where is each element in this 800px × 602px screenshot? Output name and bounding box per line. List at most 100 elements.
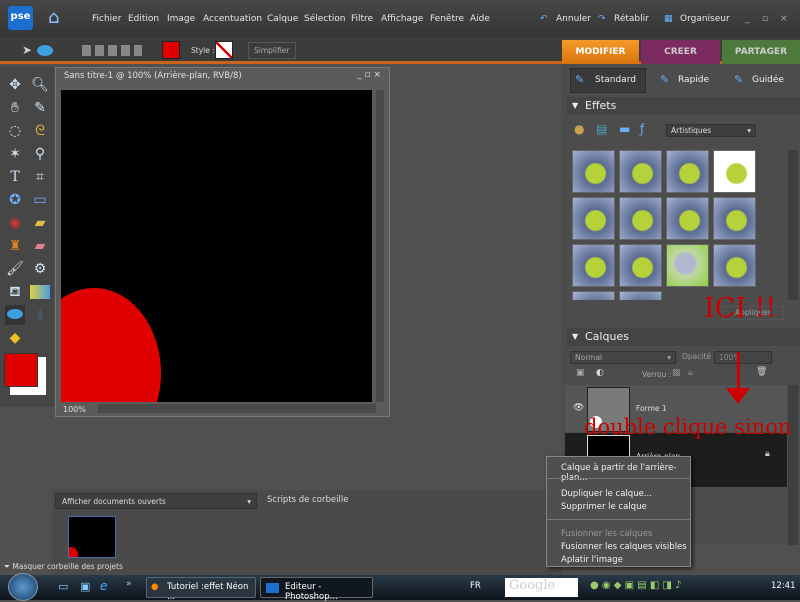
effect-thumbnail[interactable] bbox=[713, 244, 756, 287]
menu-fichier[interactable]: Fichier bbox=[92, 14, 121, 24]
style-picker[interactable] bbox=[215, 41, 233, 59]
filters-icon[interactable]: ● bbox=[574, 122, 584, 136]
foreground-color-swatch[interactable] bbox=[4, 353, 38, 387]
crop-tool-icon[interactable]: ⌗ bbox=[30, 167, 50, 187]
minimize-icon[interactable]: _ bbox=[745, 14, 750, 24]
lock-transparency-icon[interactable]: ▩ bbox=[672, 368, 681, 378]
select-arrow-icon[interactable]: ➤ bbox=[22, 43, 32, 57]
vertical-scrollbar[interactable] bbox=[376, 90, 384, 402]
effect-thumbnail[interactable] bbox=[666, 244, 709, 287]
home-icon[interactable]: ⌂ bbox=[48, 8, 68, 28]
effects-scrollbar[interactable] bbox=[788, 150, 798, 300]
layers-scrollbar[interactable] bbox=[788, 385, 798, 545]
eye-icon[interactable]: 👁︎ bbox=[573, 403, 584, 413]
menu-affichage[interactable]: Affichage bbox=[381, 14, 423, 24]
effect-thumbnail[interactable] bbox=[572, 244, 615, 287]
shape-tool-icon[interactable] bbox=[5, 305, 25, 325]
layer-styles-icon[interactable]: ▤ bbox=[596, 122, 607, 136]
menu-selection[interactable]: Sélection bbox=[304, 14, 345, 24]
clone-stamp-tool-icon[interactable]: ♜ bbox=[5, 236, 25, 256]
type-tool-icon[interactable]: T bbox=[5, 167, 25, 187]
straighten-tool-icon[interactable]: ▭ bbox=[30, 190, 50, 210]
hide-project-bin-button[interactable]: ⏷ Masquer corbeille des projets bbox=[4, 562, 123, 572]
start-button[interactable] bbox=[8, 573, 38, 601]
tray-icons[interactable]: ● ◉ ◆ ▣ ▤ ◧ ◨ ♪ bbox=[590, 580, 682, 591]
tab-creer[interactable]: CREER bbox=[641, 40, 720, 64]
canvas[interactable] bbox=[61, 90, 372, 402]
more-icon[interactable]: » bbox=[126, 579, 132, 589]
tab-partager[interactable]: PARTAGER bbox=[722, 40, 800, 64]
document-window-controls[interactable]: _ ▫ × bbox=[357, 70, 381, 80]
google-search-input[interactable]: Google bbox=[505, 578, 578, 597]
effects-panel-header[interactable]: ▼ Effets bbox=[567, 97, 800, 115]
trash-icon[interactable]: 🗑︎ bbox=[756, 367, 767, 377]
smart-brush-tool-icon[interactable]: ⚙ bbox=[30, 259, 50, 279]
cookie-cutter-tool-icon[interactable]: ✪ bbox=[5, 190, 25, 210]
effect-thumbnail[interactable] bbox=[619, 150, 662, 193]
lasso-tool-icon[interactable]: ᘓ bbox=[30, 121, 50, 141]
blend-mode-dropdown[interactable]: Normal ▾ bbox=[570, 351, 676, 364]
view-standard[interactable]: Standard bbox=[595, 75, 636, 85]
menu-item-layer-from-background[interactable]: Calque à partir de l'arrière-plan... bbox=[561, 463, 690, 483]
effect-thumbnail[interactable] bbox=[572, 291, 615, 300]
effect-thumbnail[interactable] bbox=[572, 150, 615, 193]
menu-image[interactable]: Image bbox=[167, 14, 195, 24]
view-guidee[interactable]: Guidée bbox=[752, 75, 784, 85]
horizontal-scrollbar[interactable] bbox=[98, 404, 376, 413]
healing-brush-tool-icon[interactable]: ▰ bbox=[30, 213, 50, 233]
opacity-field[interactable]: 100% bbox=[714, 351, 772, 364]
photo-effects-icon[interactable]: ▬ bbox=[619, 122, 630, 136]
new-layer-icon[interactable]: ▣ bbox=[576, 368, 585, 378]
shape-mode-icons[interactable] bbox=[82, 45, 142, 56]
menu-item-delete-layer[interactable]: Supprimer le calque bbox=[561, 502, 647, 512]
menu-fenetre[interactable]: Fenêtre bbox=[430, 14, 464, 24]
adjustment-layer-icon[interactable]: ◐ bbox=[596, 368, 604, 378]
menu-filtre[interactable]: Filtre bbox=[351, 14, 373, 24]
language-indicator[interactable]: FR bbox=[470, 581, 481, 591]
effect-thumbnail[interactable] bbox=[713, 197, 756, 240]
paint-bucket-tool-icon[interactable]: ⛾ bbox=[5, 282, 25, 302]
effect-thumbnail[interactable] bbox=[572, 197, 615, 240]
hand-tool-icon[interactable]: ✋︎ bbox=[5, 98, 25, 118]
tab-modifier[interactable]: MODIFIER bbox=[562, 40, 639, 64]
magic-wand-tool-icon[interactable]: ✶ bbox=[5, 144, 25, 164]
layers-panel-header[interactable]: ▼ Calques bbox=[567, 328, 800, 346]
effect-thumbnail[interactable] bbox=[619, 244, 662, 287]
bin-scripts-menu[interactable]: Scripts de corbeille bbox=[267, 495, 348, 505]
move-tool-icon[interactable]: ✥ bbox=[5, 75, 25, 95]
simplify-button[interactable]: Simplifier bbox=[248, 42, 296, 59]
zoom-tool-icon[interactable]: 🔍︎ bbox=[30, 75, 50, 95]
menu-item-merge-visible[interactable]: Fusionner les calques visibles bbox=[561, 542, 687, 552]
sponge-tool-icon[interactable]: ◆ bbox=[5, 328, 25, 348]
internet-explorer-icon[interactable]: e bbox=[100, 579, 107, 593]
effect-thumbnail[interactable] bbox=[619, 197, 662, 240]
menu-item-duplicate-layer[interactable]: Dupliquer le calque... bbox=[561, 489, 652, 499]
task-firefox[interactable]: ● Tutoriel :effet Néon ... bbox=[146, 577, 256, 602]
lock-all-icon[interactable]: 🔒︎ bbox=[688, 368, 693, 378]
show-desktop-icon[interactable]: ▭ bbox=[58, 580, 68, 593]
menu-accentuation[interactable]: Accentuation bbox=[203, 14, 262, 24]
brush-tool-icon[interactable]: 🖌︎ bbox=[5, 259, 25, 279]
red-eye-tool-icon[interactable]: ◉ bbox=[5, 213, 25, 233]
ellipse-shape-icon[interactable] bbox=[37, 45, 53, 56]
menu-calque[interactable]: Calque bbox=[267, 14, 298, 24]
quick-selection-tool-icon[interactable]: ⚲ bbox=[30, 144, 50, 164]
eraser-tool-icon[interactable]: ▰ bbox=[30, 236, 50, 256]
blur-tool-icon[interactable]: 💧︎ bbox=[30, 305, 50, 325]
menu-item-flatten-image[interactable]: Aplatir l'image bbox=[561, 555, 623, 565]
switch-windows-icon[interactable]: ▣ bbox=[80, 580, 90, 593]
effect-thumbnail[interactable] bbox=[666, 150, 709, 193]
red-ellipse-shape[interactable] bbox=[61, 288, 161, 402]
organizer-button[interactable]: Organiseur bbox=[680, 14, 730, 24]
bin-show-dropdown[interactable]: Afficher documents ouverts ▾ bbox=[55, 493, 257, 509]
fx-icon[interactable]: ƒ bbox=[640, 122, 644, 136]
menu-aide[interactable]: Aide bbox=[470, 14, 490, 24]
document-thumbnail[interactable] bbox=[68, 516, 116, 558]
eyedropper-tool-icon[interactable]: ✎ bbox=[30, 98, 50, 118]
undo-icon[interactable]: ↶ bbox=[540, 14, 548, 24]
view-rapide[interactable]: Rapide bbox=[678, 75, 709, 85]
menu-edition[interactable]: Edition bbox=[128, 14, 159, 24]
gradient-tool-icon[interactable] bbox=[30, 285, 50, 299]
redo-button[interactable]: Rétablir bbox=[614, 14, 649, 24]
color-swatch[interactable] bbox=[162, 41, 180, 59]
